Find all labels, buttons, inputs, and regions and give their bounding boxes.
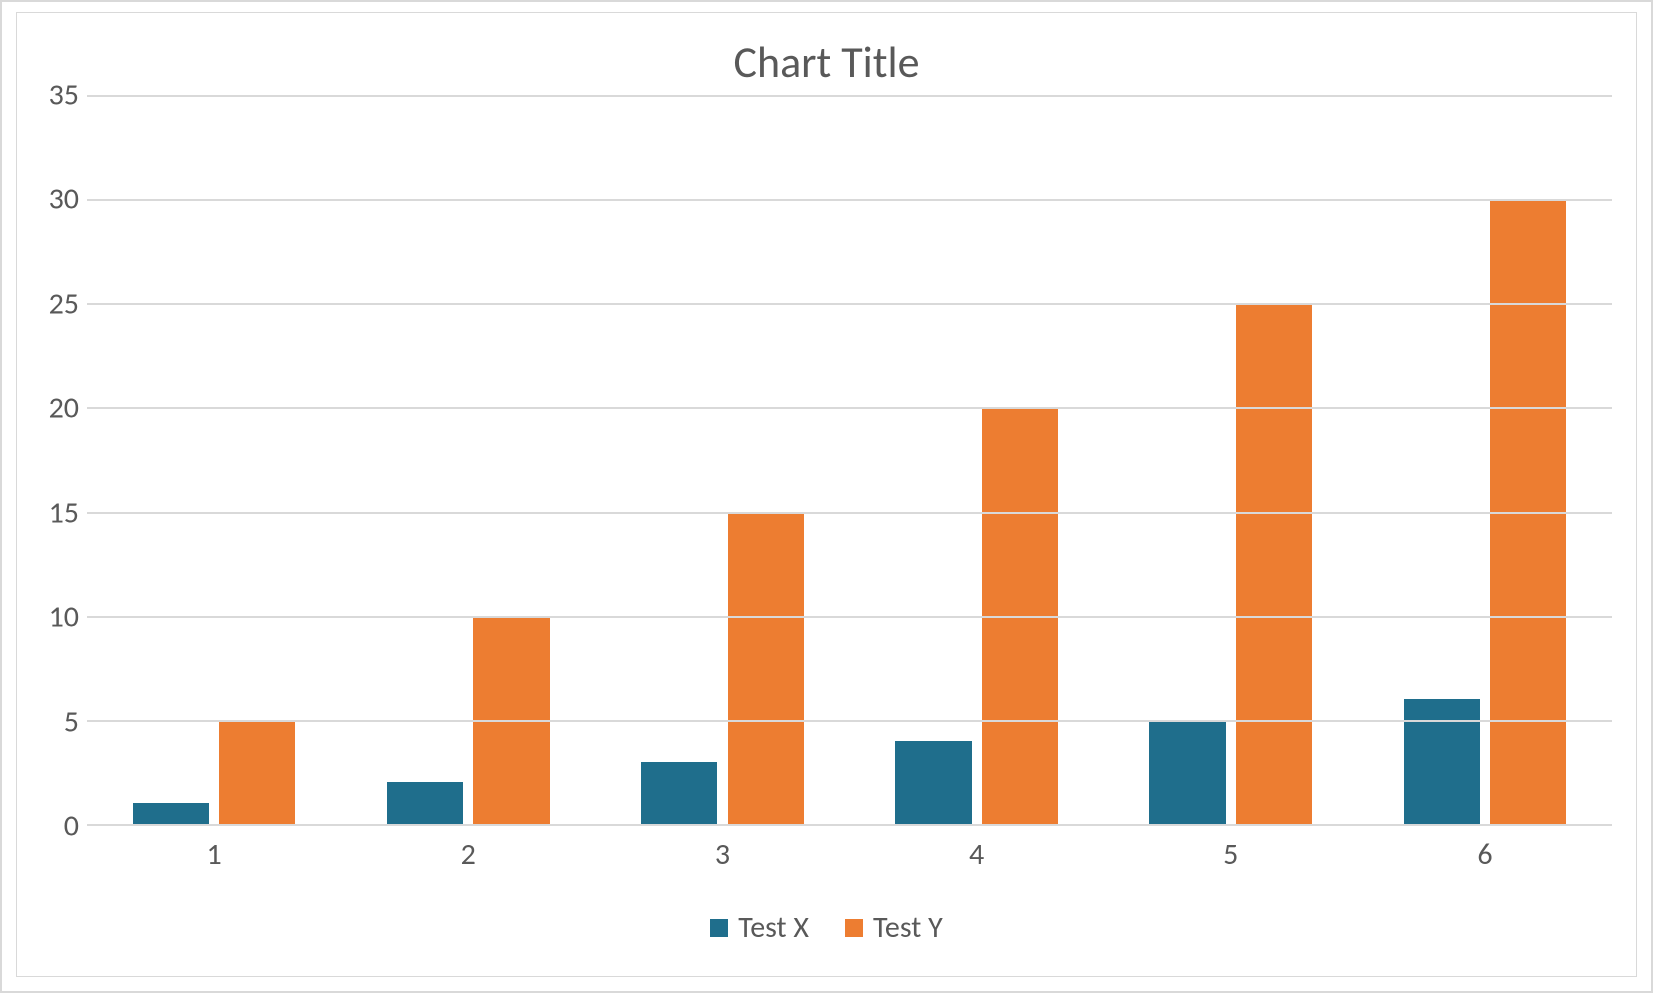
legend-label: Test X (738, 909, 809, 946)
bar-test-x (1149, 720, 1225, 824)
legend-swatch-icon (710, 919, 728, 937)
gridline (87, 303, 1612, 305)
x-tick-label: 6 (1358, 836, 1612, 873)
y-tick-label: 0 (64, 808, 79, 845)
category-slot (87, 95, 341, 824)
legend-item: Test Y (845, 909, 943, 946)
bar-test-y (728, 512, 804, 824)
bar-test-y (219, 720, 295, 824)
gridline (87, 512, 1612, 514)
bar-test-y (1236, 303, 1312, 824)
y-tick-label: 15 (49, 494, 79, 531)
category-slot (595, 95, 849, 824)
bar-test-x (1404, 699, 1480, 824)
x-tick-label: 5 (1104, 836, 1358, 873)
bar-test-x (641, 762, 717, 824)
plot-area (87, 95, 1612, 826)
y-tick-label: 5 (64, 703, 79, 740)
category-slot (1104, 95, 1358, 824)
x-tick-label: 3 (595, 836, 849, 873)
category-slot (850, 95, 1104, 824)
chart-inner: Chart Title 05101520253035 123456 Test X… (16, 12, 1637, 977)
y-axis: 05101520253035 (27, 95, 87, 826)
legend: Test X Test Y (17, 873, 1636, 976)
y-tick-label: 35 (49, 77, 79, 114)
chart-title: Chart Title (17, 13, 1636, 95)
x-tick-label: 4 (850, 836, 1104, 873)
bar-test-x (895, 741, 971, 824)
category-slot (341, 95, 595, 824)
chart-container: Chart Title 05101520253035 123456 Test X… (0, 0, 1653, 993)
x-tick-label: 1 (87, 836, 341, 873)
x-axis: 123456 (17, 826, 1636, 873)
y-tick-label: 25 (49, 285, 79, 322)
plot-row: 05101520253035 (17, 95, 1636, 826)
gridline (87, 616, 1612, 618)
bar-test-x (387, 782, 463, 824)
legend-item: Test X (710, 909, 809, 946)
legend-swatch-icon (845, 919, 863, 937)
bars-layer (87, 95, 1612, 824)
y-tick-label: 10 (49, 599, 79, 636)
y-tick-label: 30 (49, 181, 79, 218)
gridline (87, 199, 1612, 201)
x-tick-label: 2 (341, 836, 595, 873)
gridline (87, 95, 1612, 97)
gridline (87, 720, 1612, 722)
legend-label: Test Y (873, 909, 943, 946)
gridline (87, 407, 1612, 409)
y-tick-label: 20 (49, 390, 79, 427)
bar-test-x (133, 803, 209, 824)
category-slot (1358, 95, 1612, 824)
